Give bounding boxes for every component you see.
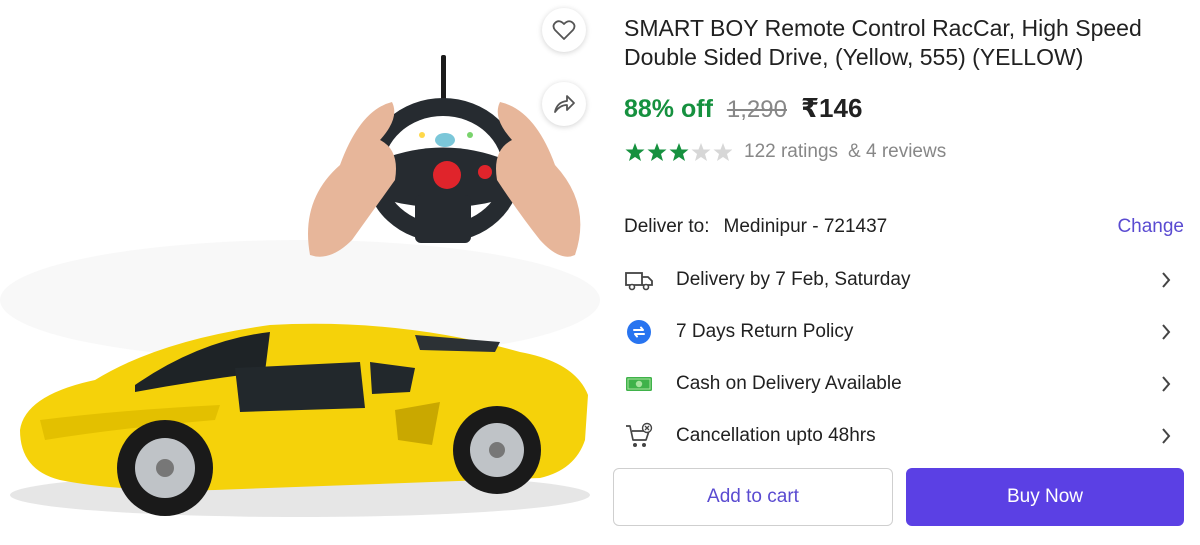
product-image[interactable]: [0, 0, 600, 545]
add-to-cart-button[interactable]: Add to cart: [613, 468, 893, 526]
product-title: SMART BOY Remote Control RacCar, High Sp…: [624, 15, 1142, 70]
discount-percent: 88% off: [624, 95, 713, 123]
product-photo: [0, 55, 600, 517]
feature-delivery-date[interactable]: Delivery by 7 Feb, Saturday: [624, 260, 1184, 300]
heart-icon: [552, 20, 576, 40]
product-info: SMART BOY Remote Control RacCar, High Sp…: [624, 0, 1190, 545]
change-location-link[interactable]: Change: [1117, 216, 1184, 238]
return-icon: [624, 317, 654, 347]
chevron-right-icon: [1162, 428, 1171, 444]
feature-label: Cash on Delivery Available: [676, 373, 902, 394]
deliver-label: Deliver to:: [624, 216, 710, 237]
share-icon: [554, 95, 575, 113]
original-price: 1,290: [726, 96, 787, 123]
truck-icon: [624, 265, 654, 295]
price-row: 88% off 1,290 ₹146: [624, 93, 862, 124]
deliver-to: Deliver to: Medinipur - 721437 Change: [624, 216, 1184, 238]
wishlist-button[interactable]: [542, 8, 586, 52]
buy-now-button[interactable]: Buy Now: [906, 468, 1184, 526]
cart-cancel-icon: [624, 421, 654, 451]
chevron-right-icon: [1162, 272, 1171, 288]
cash-icon: [624, 369, 654, 399]
feature-label: 7 Days Return Policy: [676, 321, 854, 342]
chevron-right-icon: [1162, 324, 1171, 340]
feature-cash-on-delivery[interactable]: Cash on Delivery Available: [624, 364, 1184, 404]
rating-stars-icon: [625, 143, 732, 161]
reviews-count: & 4 reviews: [848, 141, 947, 162]
feature-label: Delivery by 7 Feb, Saturday: [676, 269, 911, 290]
share-button[interactable]: [542, 82, 586, 126]
rating-row[interactable]: 122 ratings & 4 reviews: [624, 140, 946, 164]
feature-cancellation[interactable]: Cancellation upto 48hrs: [624, 416, 1184, 456]
chevron-right-icon: [1162, 376, 1171, 392]
ratings-count: 122 ratings: [744, 141, 839, 162]
delivery-location: Medinipur - 721437: [723, 216, 888, 237]
feature-return-policy[interactable]: 7 Days Return Policy: [624, 312, 1184, 352]
selling-price: ₹146: [800, 93, 863, 123]
feature-label: Cancellation upto 48hrs: [676, 425, 876, 446]
star-rating: [624, 140, 732, 164]
